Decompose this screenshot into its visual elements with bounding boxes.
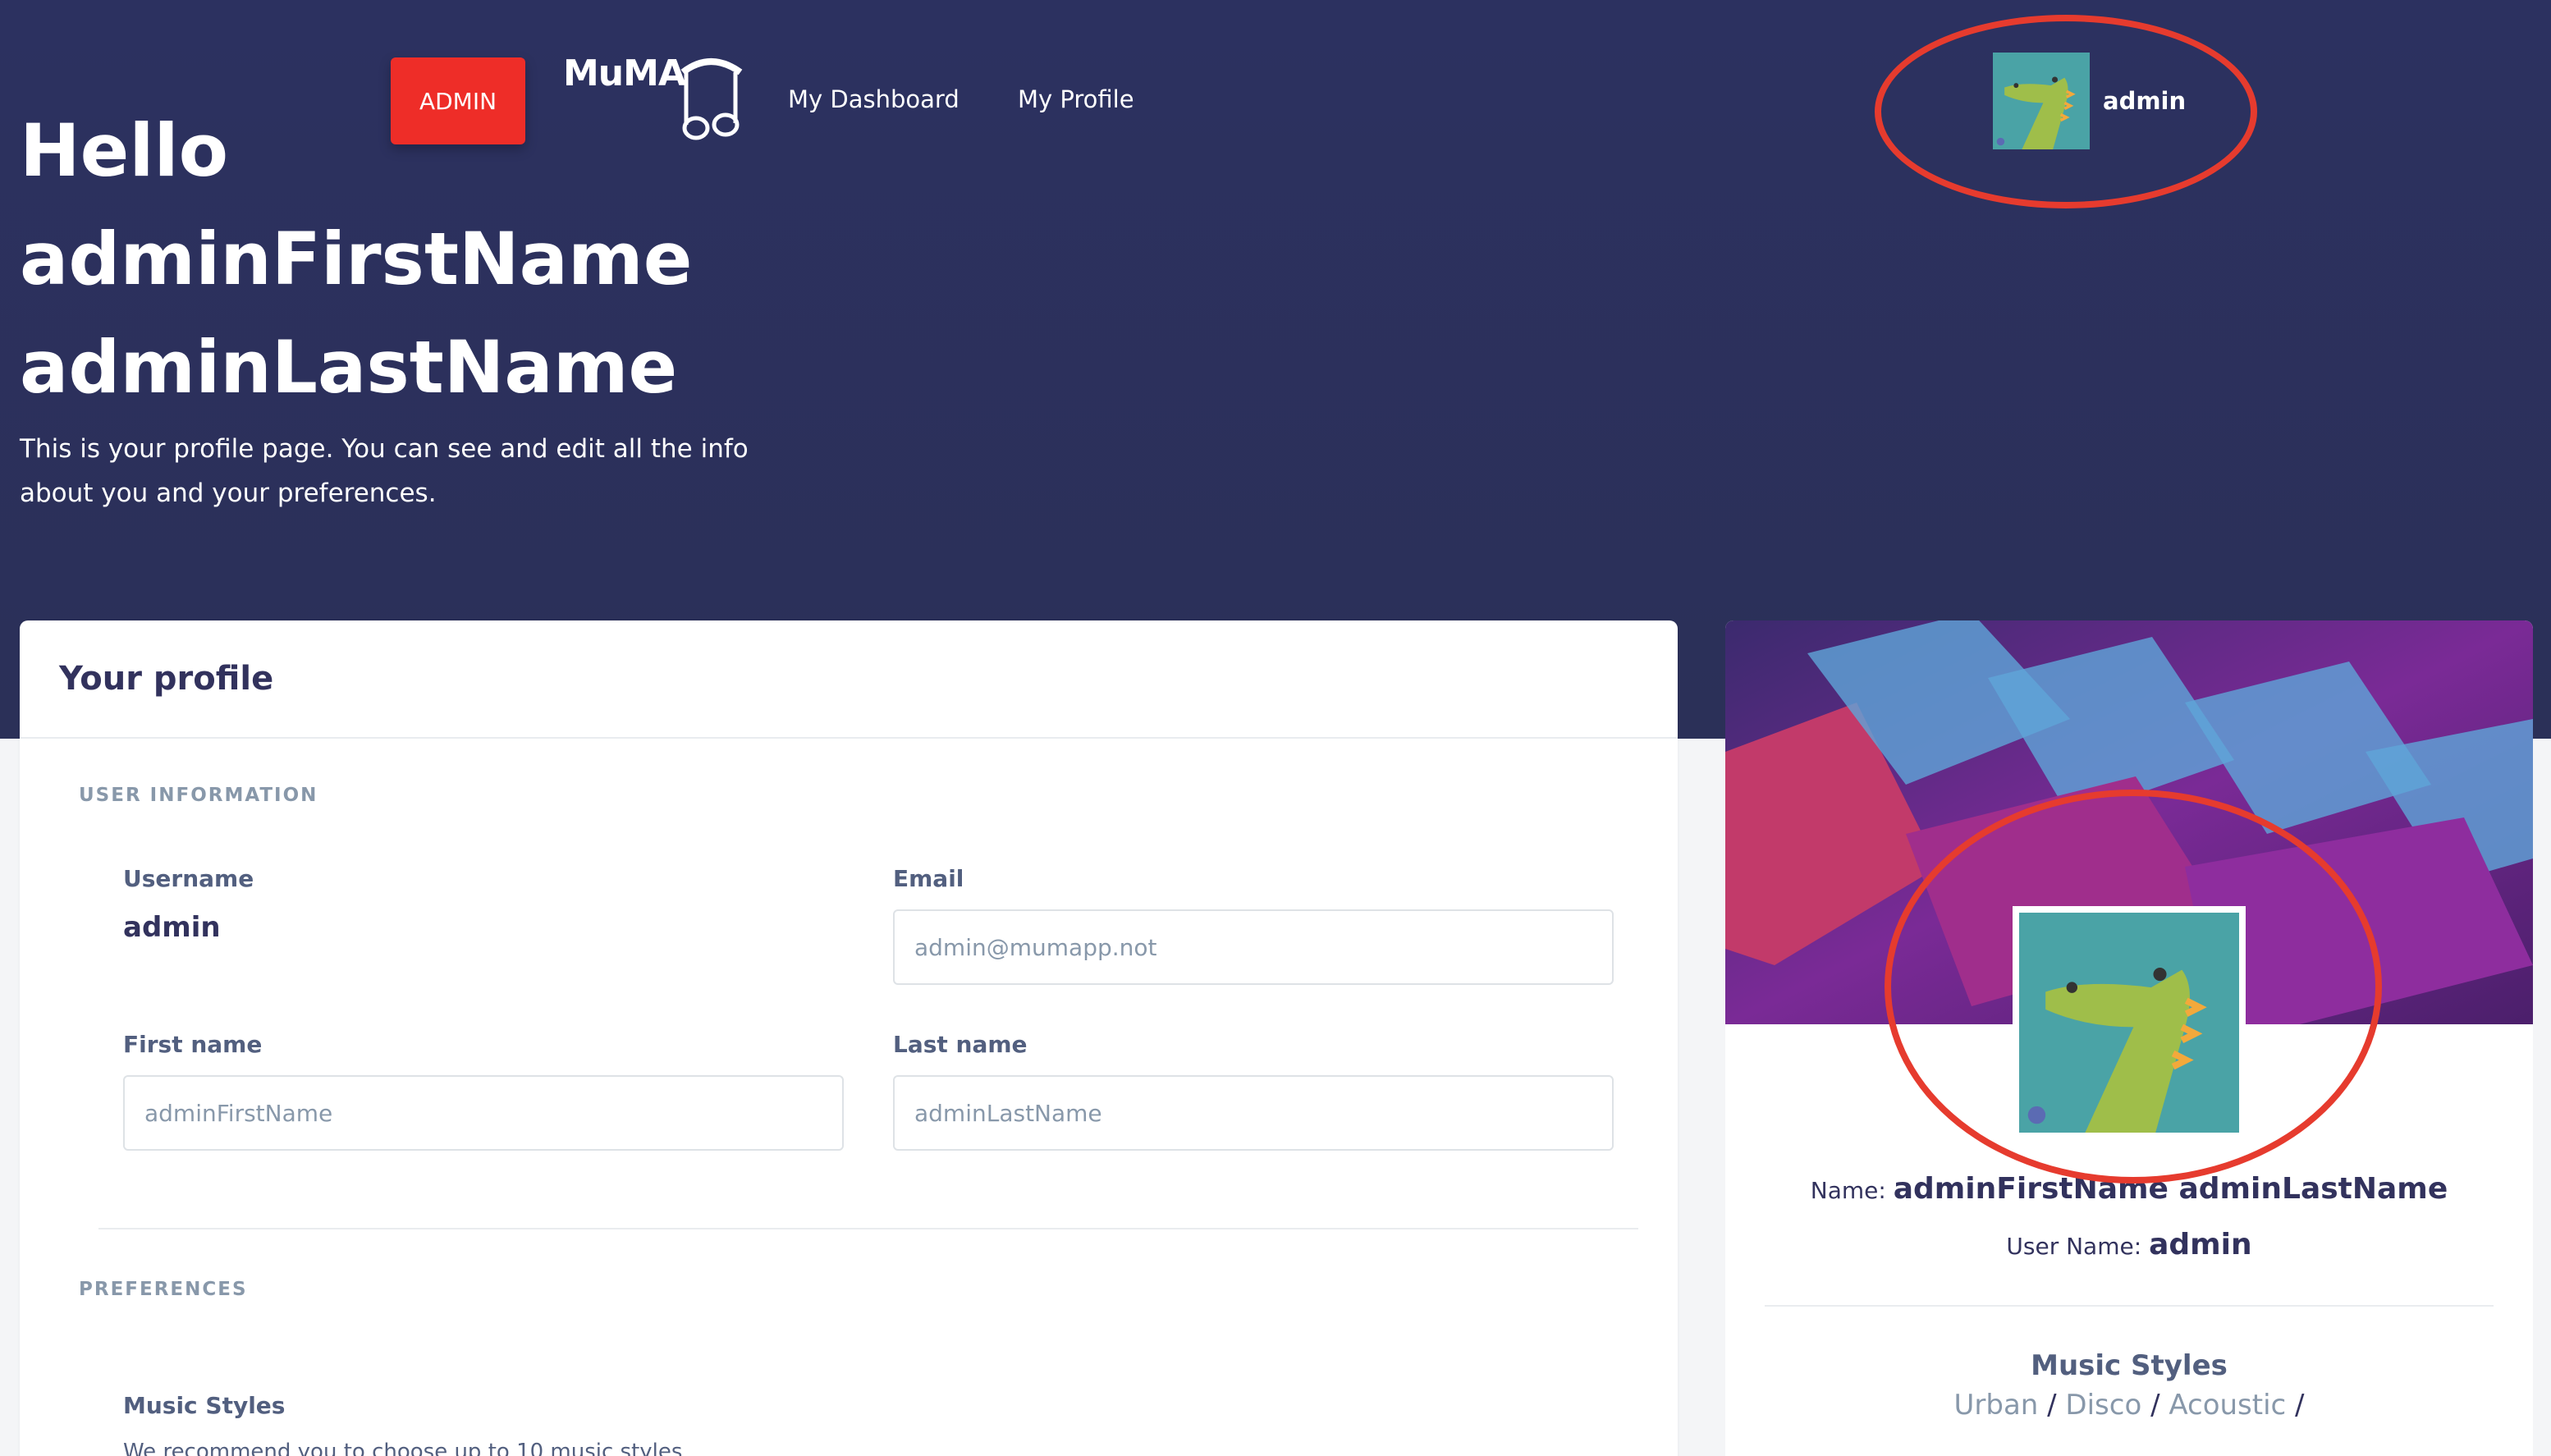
- page-subtitle: This is your profile page. You can see a…: [20, 434, 749, 508]
- music-styles-list: Urban / Disco / Acoustic /: [1953, 1389, 2305, 1422]
- email-field[interactable]: admin@mumapp.not: [893, 909, 1614, 985]
- user-menu-name: admin: [2103, 87, 2187, 115]
- section-divider: [98, 1228, 1638, 1229]
- username-label: Username: [123, 865, 254, 892]
- nav-my-profile[interactable]: My Profile: [1018, 85, 1134, 113]
- greeting-line: Hello: [20, 108, 229, 193]
- greeting-first-name: adminFirstName: [20, 217, 693, 301]
- user-menu[interactable]: admin: [1993, 53, 2186, 149]
- avatar: [2013, 906, 2246, 1139]
- profile-card-header: Your profile: [20, 620, 1678, 739]
- avatar: [1993, 53, 2090, 149]
- name-value: adminFirstName adminLastName: [1893, 1172, 2448, 1206]
- brand-logo-text: MuMA: [563, 53, 686, 94]
- first-name-label: First name: [123, 1031, 263, 1058]
- user-name-label: User Name:: [2006, 1233, 2150, 1260]
- full-name: Name: adminFirstName adminLastName: [1725, 1172, 2533, 1206]
- profile-summary-card: Name: adminFirstName adminLastName User …: [1725, 620, 2533, 1456]
- first-name-placeholder: adminFirstName: [144, 1099, 333, 1127]
- email-label: Email: [893, 865, 964, 892]
- music-styles-title: Music Styles: [2031, 1349, 2228, 1382]
- last-name-placeholder: adminLastName: [914, 1099, 1102, 1127]
- user-name: User Name: admin: [1725, 1228, 2533, 1261]
- username-value: admin: [123, 911, 221, 944]
- card-divider: [1765, 1305, 2494, 1307]
- name-label: Name:: [1810, 1177, 1894, 1204]
- profile-card: Your profile: [20, 620, 1678, 1456]
- first-name-field[interactable]: adminFirstName: [123, 1075, 844, 1151]
- page-title: Hello adminFirstName adminLastName: [20, 97, 758, 422]
- music-styles-label: Music Styles: [123, 1392, 286, 1419]
- email-placeholder: admin@mumapp.not: [914, 933, 1157, 961]
- music-style: Urban: [1953, 1389, 2039, 1422]
- last-name-field[interactable]: adminLastName: [893, 1075, 1614, 1151]
- music-style: Acoustic: [2169, 1389, 2287, 1422]
- section-preferences: PREFERENCES: [79, 1279, 248, 1300]
- greeting-last-name: adminLastName: [20, 325, 678, 410]
- music-style: Disco: [2065, 1389, 2142, 1422]
- nav-my-dashboard[interactable]: My Dashboard: [788, 85, 959, 113]
- user-name-value: admin: [2149, 1228, 2252, 1261]
- profile-card-title: Your profile: [59, 660, 274, 698]
- section-user-information: USER INFORMATION: [79, 785, 318, 806]
- music-styles-hint: We recommend you to choose up to 10 musi…: [123, 1440, 683, 1456]
- last-name-label: Last name: [893, 1031, 1028, 1058]
